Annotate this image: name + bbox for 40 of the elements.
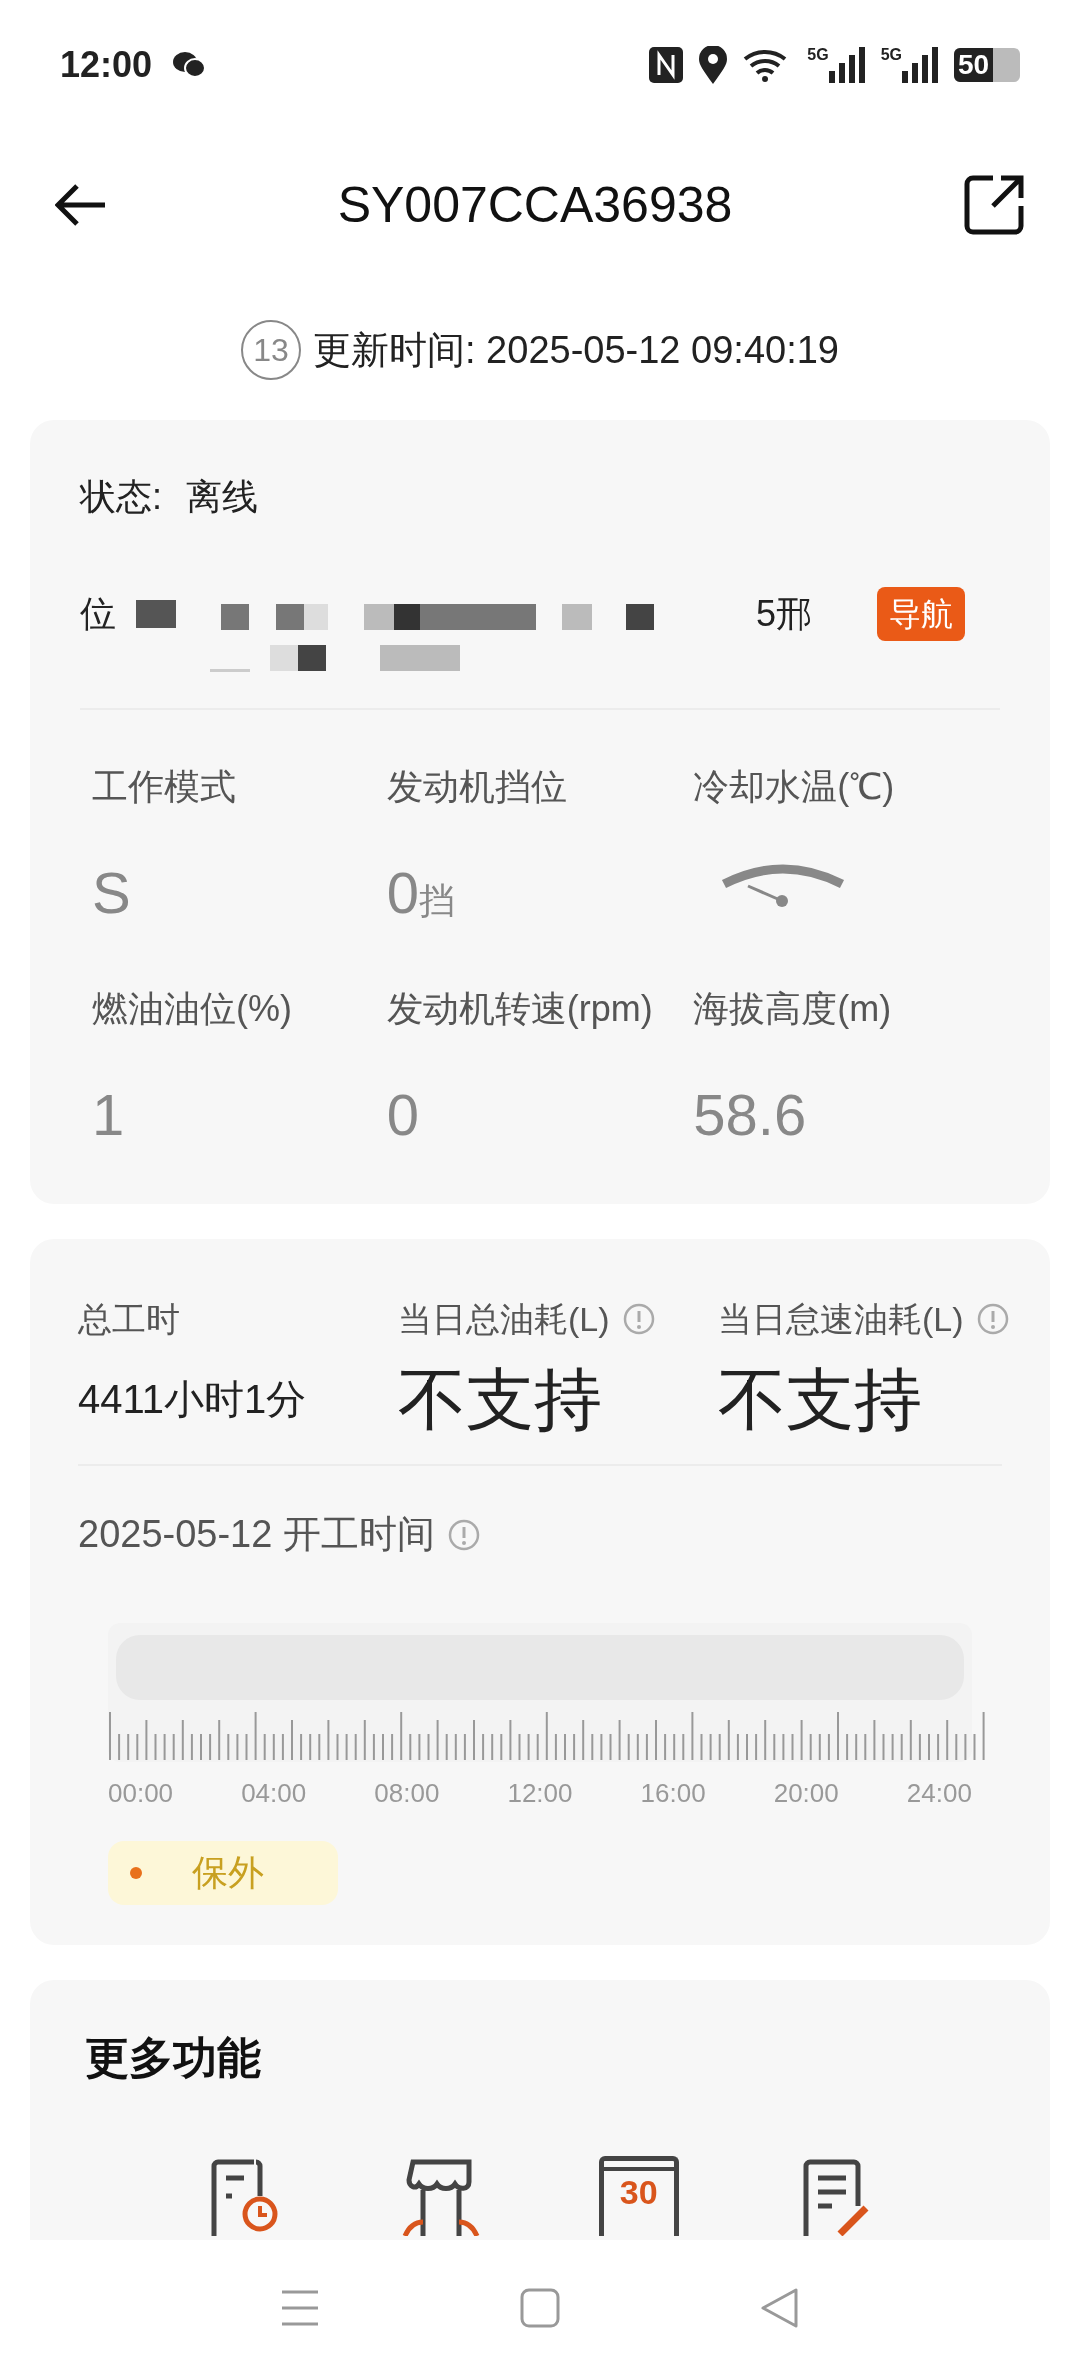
metric-value: 58.6: [693, 1086, 807, 1144]
time-label: 24:00: [906, 1777, 972, 1810]
clock-time: 12:00: [60, 43, 153, 87]
metric-label: 海拔高度(m): [693, 987, 893, 1031]
usage-value: 不支持: [398, 1360, 602, 1439]
network-type: 5G: [880, 47, 902, 63]
metric-label: 冷却水温(℃): [693, 765, 896, 809]
location-label: 位: [80, 592, 116, 636]
usage-value: 4411小时1分: [78, 1376, 307, 1423]
metric-label: 发动机挡位: [386, 765, 568, 809]
calendar-icon[interactable]: 30: [598, 2156, 679, 2236]
usage-label: 当日怠速油耗(L): [718, 1298, 964, 1340]
countdown-badge: 13: [241, 320, 301, 380]
metric-value: 0: [386, 1086, 419, 1144]
metric-value: 1: [92, 1086, 125, 1144]
usage-value: 不支持: [718, 1360, 922, 1439]
legend-label: 保外: [192, 1851, 264, 1895]
metric-value: 0挡: [386, 864, 455, 922]
worktime-title: 2025-05-12 开工时间: [78, 1512, 435, 1557]
status-value: 离线: [186, 475, 258, 519]
metric-label: 燃油油位(%): [92, 987, 293, 1031]
metric-label: 工作模式: [92, 765, 237, 809]
time-label: 12:00: [507, 1777, 573, 1810]
time-label: 04:00: [241, 1777, 307, 1810]
time-label: 08:00: [374, 1777, 440, 1810]
update-time: 更新时间: 2025-05-12 09:40:19: [313, 327, 839, 373]
metric-label: 发动机转速(rpm): [386, 987, 654, 1031]
status-label: 状态:: [80, 475, 162, 519]
battery-indicator: 50: [954, 48, 1020, 82]
section-title: 更多功能: [85, 2033, 261, 2082]
page-title: SY007CCA36938: [337, 175, 733, 235]
time-label: 16:00: [640, 1777, 706, 1810]
location-text: 5邢: [756, 592, 813, 636]
usage-label: 当日总油耗(L): [398, 1298, 610, 1340]
network-type: 5G: [807, 47, 829, 63]
usage-label: 总工时: [78, 1298, 180, 1340]
time-label: 20:00: [773, 1777, 839, 1810]
navigate-button[interactable]: 导航: [877, 587, 966, 641]
time-label: 00:00: [108, 1777, 174, 1810]
metric-value: S: [92, 864, 131, 922]
